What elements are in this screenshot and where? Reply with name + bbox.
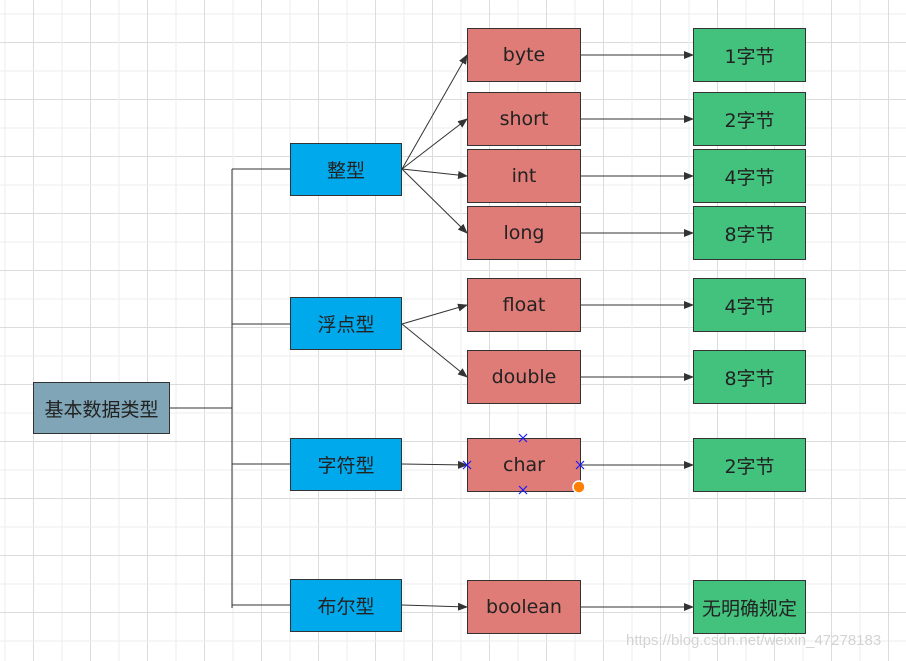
handle-right-icon (575, 460, 585, 470)
handle-bottom-icon (518, 485, 528, 495)
selection-handles (462, 433, 586, 495)
handle-left-icon (462, 460, 472, 470)
watermark: https://blog.csdn.net/weixin_47278183 (626, 632, 882, 649)
resize-handle-icon[interactable] (572, 480, 586, 494)
handle-top-icon (518, 433, 528, 443)
